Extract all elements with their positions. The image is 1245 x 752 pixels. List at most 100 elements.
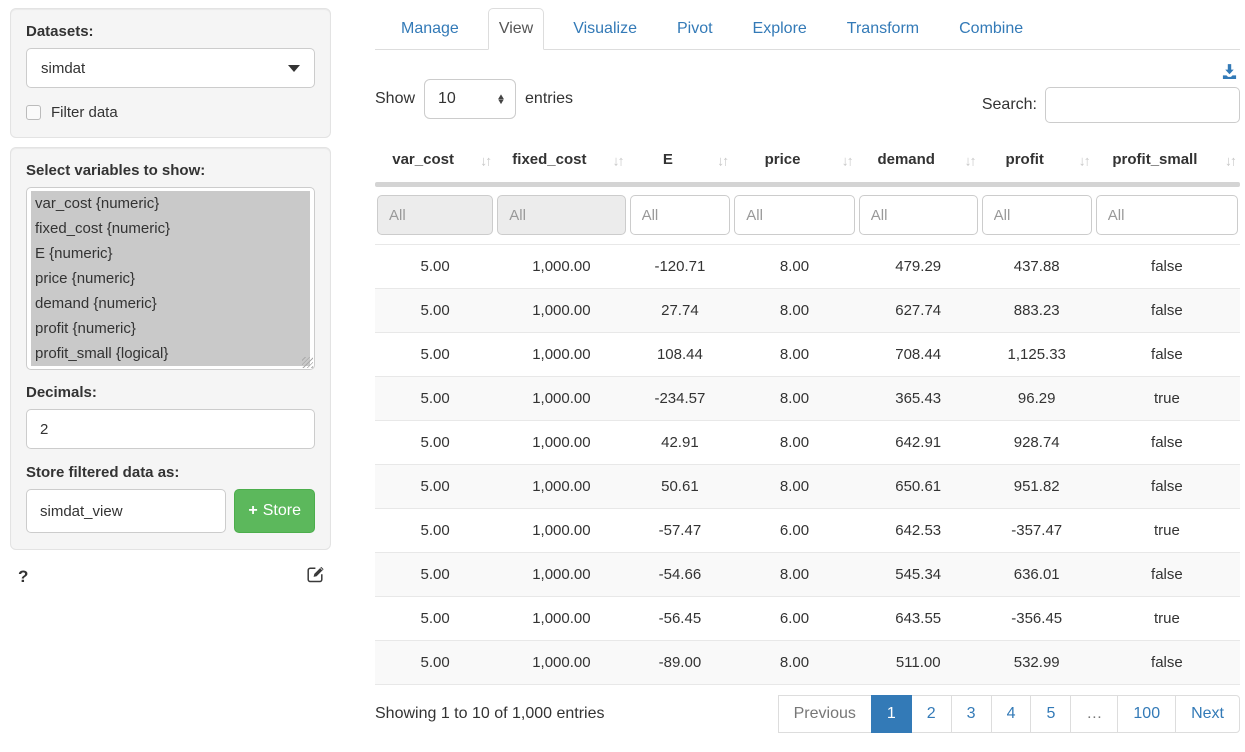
table-cell: 1,000.00 (495, 333, 627, 377)
nav-tab-link[interactable]: View (488, 8, 544, 50)
table-cell: 1,125.33 (980, 333, 1094, 377)
variable-option[interactable]: fixed_cost {numeric} (31, 216, 310, 241)
pagination-link[interactable]: … (1070, 695, 1118, 733)
column-header[interactable]: profit ↓↑ (980, 139, 1094, 182)
table-row[interactable]: 5.001,000.00-54.668.00545.34636.01false (375, 553, 1240, 597)
download-icon[interactable] (1221, 63, 1238, 84)
column-header[interactable]: price ↓↑ (732, 139, 857, 182)
variable-option[interactable]: profit {numeric} (31, 316, 310, 341)
search-controls: Search: (982, 63, 1240, 123)
variables-label: Select variables to show: (26, 162, 315, 179)
table-row[interactable]: 5.001,000.00-57.476.00642.53-357.47true (375, 509, 1240, 553)
page-length-select[interactable]: 10 ▲▼ (424, 79, 516, 119)
help-icon[interactable]: ? (18, 567, 28, 587)
table-cell: 951.82 (980, 465, 1094, 509)
dataset-select[interactable]: simdat (26, 48, 315, 88)
nav-tab-link[interactable]: Manage (390, 8, 470, 50)
column-filter-input[interactable] (630, 195, 731, 235)
table-row[interactable]: 5.001,000.00-56.456.00643.55-356.45true (375, 597, 1240, 641)
column-header-label: profit (1006, 151, 1044, 168)
filter-cell (495, 187, 627, 245)
variable-option[interactable]: var_cost {numeric} (31, 191, 310, 216)
nav-tab-link[interactable]: Explore (742, 8, 818, 50)
column-header[interactable]: demand ↓↑ (857, 139, 980, 182)
table-footer: Showing 1 to 10 of 1,000 entries Previou… (375, 695, 1240, 733)
table-row[interactable]: 5.001,000.00108.448.00708.441,125.33fals… (375, 333, 1240, 377)
filter-data-checkbox[interactable] (26, 105, 41, 120)
filter-cell (1094, 187, 1240, 245)
search-input[interactable] (1045, 87, 1240, 123)
sort-icon: ↓↑ (842, 152, 852, 168)
column-header-label: demand (877, 151, 935, 168)
pagination-link[interactable]: 3 (951, 695, 992, 733)
column-filter-input[interactable] (377, 195, 493, 235)
column-header[interactable]: E ↓↑ (628, 139, 733, 182)
table-cell: -357.47 (980, 509, 1094, 553)
pagination-link[interactable]: Next (1175, 695, 1240, 733)
spinner-icon: ▲▼ (497, 94, 505, 104)
nav-tab-link[interactable]: Pivot (666, 8, 724, 50)
table-row[interactable]: 5.001,000.00-89.008.00511.00532.99false (375, 641, 1240, 685)
variable-option[interactable]: price {numeric} (31, 266, 310, 291)
table-cell: 5.00 (375, 553, 495, 597)
column-filter-input[interactable] (734, 195, 855, 235)
store-button-label: Store (263, 502, 301, 519)
nav-tab-link[interactable]: Transform (836, 8, 930, 50)
table-cell: 1,000.00 (495, 641, 627, 685)
decimals-input[interactable] (26, 409, 315, 449)
pagination-link[interactable]: 2 (911, 695, 952, 733)
column-filter-input[interactable] (1096, 195, 1238, 235)
sort-icon: ↓↑ (965, 152, 975, 168)
pagination-link[interactable]: 1 (871, 695, 912, 733)
store-button[interactable]: +Store (234, 489, 315, 533)
table-cell: 8.00 (732, 553, 857, 597)
filter-cell (375, 187, 495, 245)
table-cell: true (1094, 509, 1240, 553)
table-filter-row (375, 187, 1240, 245)
table-cell: 50.61 (628, 465, 733, 509)
nav-tab: Pivot (666, 8, 724, 50)
edit-report-icon[interactable] (306, 565, 325, 588)
column-filter-input[interactable] (982, 195, 1092, 235)
table-row[interactable]: 5.001,000.0042.918.00642.91928.74false (375, 421, 1240, 465)
pagination-link[interactable]: 100 (1117, 695, 1176, 733)
filter-cell (857, 187, 980, 245)
pagination-item: 2 (912, 695, 952, 733)
nav-tab-link[interactable]: Combine (948, 8, 1034, 50)
sort-icon: ↓↑ (1225, 152, 1235, 168)
table-row[interactable]: 5.001,000.0027.748.00627.74883.23false (375, 289, 1240, 333)
table-cell: false (1094, 553, 1240, 597)
column-filter-input[interactable] (859, 195, 978, 235)
pagination-link[interactable]: Previous (778, 695, 872, 733)
column-filter-input[interactable] (497, 195, 625, 235)
table-cell: 8.00 (732, 421, 857, 465)
table-cell: 708.44 (857, 333, 980, 377)
filter-data-label: Filter data (51, 104, 118, 121)
variable-option[interactable]: demand {numeric} (31, 291, 310, 316)
dataset-panel: Datasets: simdat Filter data (10, 8, 331, 138)
table-cell: 1,000.00 (495, 289, 627, 333)
table-cell: 5.00 (375, 465, 495, 509)
table-cell: 8.00 (732, 465, 857, 509)
column-header[interactable]: profit_small ↓↑ (1094, 139, 1240, 182)
table-row[interactable]: 5.001,000.00-234.578.00365.4396.29true (375, 377, 1240, 421)
store-row: +Store (26, 489, 315, 533)
view-controls-panel: Select variables to show: var_cost {nume… (10, 147, 331, 550)
entries-label: entries (525, 90, 573, 108)
store-name-input[interactable] (26, 489, 226, 533)
pagination-item: Next (1176, 695, 1240, 733)
column-header[interactable]: var_cost ↓↑ (375, 139, 495, 182)
table-cell: false (1094, 289, 1240, 333)
table-row[interactable]: 5.001,000.00-120.718.00479.29437.88false (375, 245, 1240, 289)
pagination-link[interactable]: 5 (1030, 695, 1071, 733)
variable-option[interactable]: E {numeric} (31, 241, 310, 266)
table-cell: 8.00 (732, 289, 857, 333)
nav-tab-link[interactable]: Visualize (562, 8, 648, 50)
pagination-link[interactable]: 4 (991, 695, 1032, 733)
resize-handle[interactable] (302, 357, 313, 368)
column-header[interactable]: fixed_cost ↓↑ (495, 139, 627, 182)
nav-tab: View (488, 8, 544, 50)
variable-option[interactable]: profit_small {logical} (31, 341, 310, 366)
pagination-item: 4 (992, 695, 1032, 733)
table-row[interactable]: 5.001,000.0050.618.00650.61951.82false (375, 465, 1240, 509)
